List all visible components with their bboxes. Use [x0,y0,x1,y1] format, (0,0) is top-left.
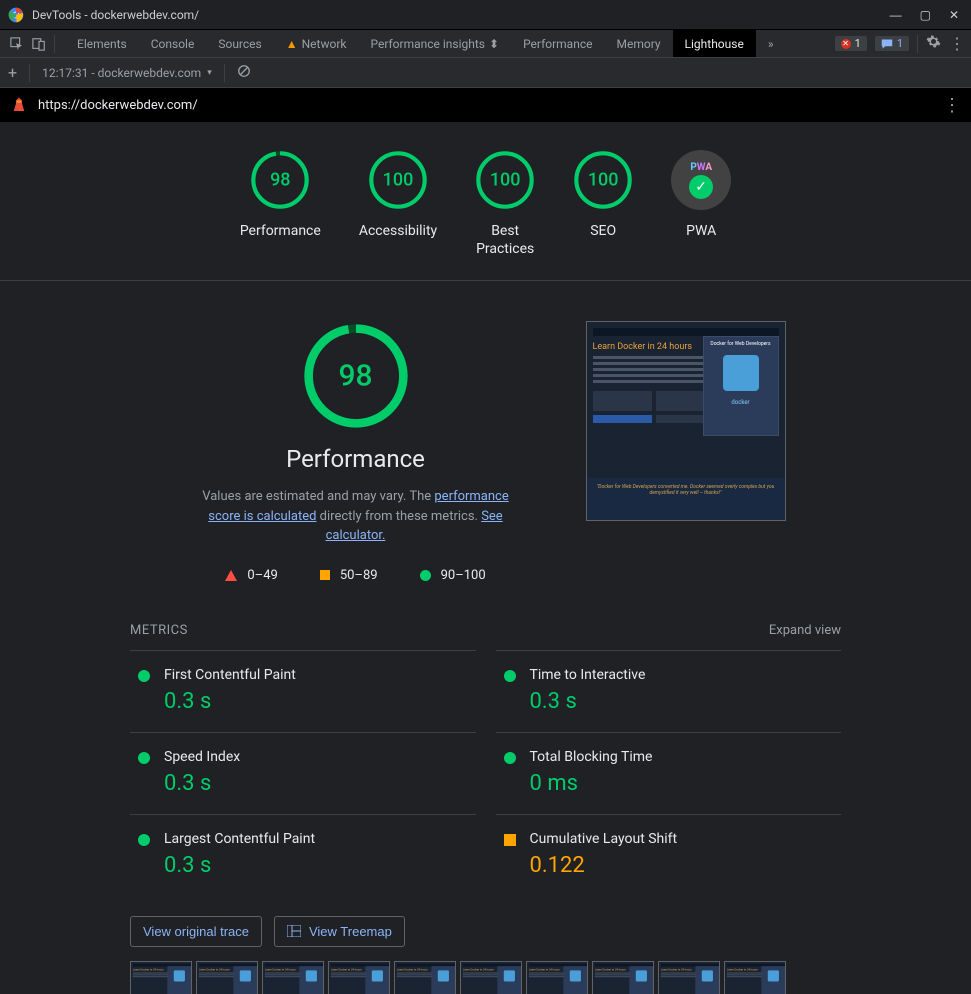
settings-icon[interactable] [926,34,941,53]
lighthouse-icon [10,96,28,114]
metrics-section: METRICS Expand view First Contentful Pai… [0,603,971,916]
score-accessibility[interactable]: 100 Accessibility [359,150,437,258]
performance-gauge: 98 [301,321,411,431]
view-original-trace-button[interactable]: View original trace [130,916,262,947]
treemap-icon [287,925,301,937]
metric-value: 0.122 [530,853,678,878]
filmstrip-frame[interactable]: Learn Docker in 24 hours [328,961,390,994]
close-button[interactable]: ✕ [949,8,959,22]
metric-item: Speed Index 0.3 s [130,732,476,814]
metric-item: First Contentful Paint 0.3 s [130,650,476,732]
metric-item: Largest Contentful Paint 0.3 s [130,814,476,896]
chrome-icon [8,7,24,23]
score-pwa[interactable]: PWA✓ PWA [671,150,731,258]
circle-icon [504,752,516,764]
metric-item: Time to Interactive 0.3 s [496,650,842,732]
minimize-button[interactable]: — [890,8,902,22]
filmstrip-frame[interactable]: Learn Docker in 24 hours [394,961,456,994]
tab-console[interactable]: Console [139,30,207,57]
error-count-badge[interactable]: ✕1 [835,36,867,51]
inspect-icon[interactable] [6,37,28,51]
metric-value: 0.3 s [164,689,296,714]
circle-icon [138,834,150,846]
circle-icon [420,570,431,581]
filmstrip-frame[interactable]: Learn Docker in 24 hours [262,961,324,994]
score-seo[interactable]: 100 SEO [573,150,633,258]
metrics-header: METRICS [130,623,188,638]
metric-name: Speed Index [164,749,240,765]
tab-elements[interactable]: Elements [65,30,139,57]
metric-name: Time to Interactive [530,667,646,683]
tab-memory[interactable]: Memory [604,30,672,57]
metric-name: Total Blocking Time [530,749,653,765]
page-screenshot: Learn Docker in 24 hours Docker for Web … [586,321,786,521]
tab-network[interactable]: ▲Network [274,30,359,57]
devtools-tabbar: Elements Console Sources ▲Network Perfor… [0,30,971,58]
square-icon [504,834,516,846]
warning-icon: ▲ [286,37,298,51]
metric-name: Largest Contentful Paint [164,831,315,847]
circle-icon [138,752,150,764]
performance-description: Values are estimated and may vary. The p… [186,487,526,546]
maximize-button[interactable]: ▢ [920,8,931,22]
check-icon: ✓ [689,175,713,199]
report-selector[interactable]: 12:17:31 - dockerwebdev.com▾ [42,66,212,80]
report-url: https://dockerwebdev.com/ [38,98,933,113]
message-count-badge[interactable]: 1 [875,36,909,51]
metric-item: Cumulative Layout Shift 0.122 [496,814,842,896]
tab-performance-insights[interactable]: Performance insights ⬍ [358,30,511,57]
report-content: 98 Performance 100 Accessibility 100 Bes… [0,122,971,994]
tab-performance[interactable]: Performance [511,30,604,57]
performance-section: 98 Performance Values are estimated and … [0,281,971,603]
circle-icon [504,670,516,682]
window-title: DevTools - dockerwebdev.com/ [32,8,890,22]
metric-value: 0.3 s [164,771,240,796]
square-icon [320,570,330,580]
report-menu-icon[interactable]: ⋮ [943,95,961,116]
metric-name: Cumulative Layout Shift [530,831,678,847]
filmstrip-frame[interactable]: Learn Docker in 24 hours [592,961,654,994]
metric-value: 0 ms [530,771,653,796]
new-report-button[interactable]: + [8,63,17,82]
panel-tabs: Elements Console Sources ▲Network Perfor… [65,30,785,57]
lighthouse-subbar: + 12:17:31 - dockerwebdev.com▾ [0,58,971,88]
filmstrip-frame[interactable]: Learn Docker in 24 hours [196,961,258,994]
window-titlebar: DevTools - dockerwebdev.com/ — ▢ ✕ [0,0,971,30]
clear-icon[interactable] [237,64,251,82]
device-toggle-icon[interactable] [28,37,50,51]
filmstrip-frame[interactable]: Learn Docker in 24 hours [526,961,588,994]
filmstrip-frame[interactable]: Learn Docker in 24 hours [130,961,192,994]
score-performance[interactable]: 98 Performance [240,150,321,258]
metric-item: Total Blocking Time 0 ms [496,732,842,814]
score-best-practices[interactable]: 100 Best Practices [475,150,535,258]
view-treemap-button[interactable]: View Treemap [274,916,405,947]
report-header: https://dockerwebdev.com/ ⋮ [0,88,971,122]
circle-icon [138,670,150,682]
score-legend: 0–49 50–89 90–100 [186,568,526,583]
filmstrip-frame[interactable]: Learn Docker in 24 hours [658,961,720,994]
filmstrip-frame[interactable]: Learn Docker in 24 hours [724,961,786,994]
filmstrip: Learn Docker in 24 hoursLearn Docker in … [0,961,971,994]
tab-sources[interactable]: Sources [206,30,273,57]
category-scores: 98 Performance 100 Accessibility 100 Bes… [0,122,971,281]
more-menu-icon[interactable]: ⋮ [949,34,965,53]
filmstrip-frame[interactable]: Learn Docker in 24 hours [460,961,522,994]
expand-view-toggle[interactable]: Expand view [769,623,841,638]
metric-name: First Contentful Paint [164,667,296,683]
beaker-icon: ⬍ [489,37,499,51]
tab-lighthouse[interactable]: Lighthouse [673,30,756,57]
performance-title: Performance [186,445,526,473]
trace-actions: View original trace View Treemap [0,916,971,961]
triangle-icon [225,570,237,581]
metric-value: 0.3 s [164,853,315,878]
tabs-overflow[interactable]: » [756,30,786,57]
metric-value: 0.3 s [530,689,646,714]
